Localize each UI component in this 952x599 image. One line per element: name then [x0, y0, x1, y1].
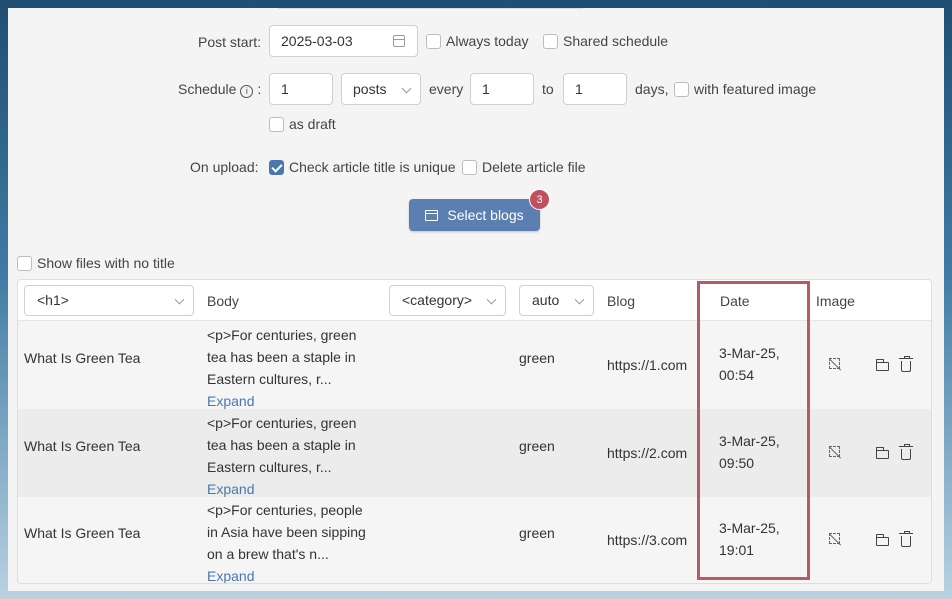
checkbox-box-checked[interactable] — [269, 159, 284, 175]
category-select[interactable]: <category> — [389, 285, 506, 316]
trash-icon[interactable] — [899, 356, 913, 372]
no-image-icon[interactable] — [829, 446, 840, 457]
main-panel: Post start: 2025-03-03 Always today Shar… — [8, 8, 944, 591]
check-title-unique-checkbox[interactable]: Check article title is unique — [269, 159, 456, 175]
every-from-input[interactable]: 1 — [470, 73, 534, 105]
info-icon[interactable]: i — [240, 85, 254, 98]
chevron-down-icon — [574, 294, 585, 305]
image-header: Image — [816, 293, 855, 309]
body-cell: <p>For centuries, green tea has been a s… — [207, 415, 357, 497]
schedule-unit-select[interactable]: posts — [341, 73, 421, 105]
on-upload-label: On upload: — [190, 159, 259, 175]
delete-article-file-checkbox[interactable]: Delete article file — [462, 159, 586, 175]
chevron-down-icon — [486, 294, 497, 305]
shared-schedule-checkbox[interactable]: Shared schedule — [543, 33, 668, 49]
no-image-icon[interactable] — [829, 358, 840, 369]
title-cell[interactable]: What Is Green Tea — [24, 350, 140, 366]
expand-link[interactable]: Expand — [207, 568, 254, 583]
body-cell: <p>For centuries, people in Asia have be… — [207, 502, 366, 584]
category-cell: green — [519, 525, 555, 541]
checkbox-box[interactable] — [674, 81, 689, 97]
every-label: every — [429, 81, 464, 97]
selected-blogs-badge: 3 — [529, 189, 550, 210]
top-divider — [278, 8, 583, 9]
every-to-input[interactable]: 1 — [563, 73, 627, 105]
calendar-icon[interactable] — [393, 35, 405, 47]
body-cell: <p>For centuries, green tea has been a s… — [207, 327, 357, 409]
show-files-no-title-checkbox[interactable]: Show files with no title — [17, 255, 175, 271]
to-label: to — [542, 81, 554, 97]
trash-icon[interactable] — [899, 444, 913, 460]
body-header: Body — [207, 293, 239, 309]
schedule-label: Schedule i: — [178, 81, 262, 98]
chevron-down-icon — [401, 83, 412, 94]
folder-open-icon[interactable] — [876, 447, 889, 459]
blog-header: Blog — [607, 293, 636, 309]
auto-select[interactable]: auto — [519, 285, 594, 316]
title-cell[interactable]: What Is Green Tea — [24, 525, 140, 541]
chevron-down-icon — [174, 294, 185, 305]
days-label: days, — [635, 81, 669, 97]
no-image-icon[interactable] — [829, 533, 840, 544]
blog-cell: https://2.com — [607, 445, 688, 461]
title-tag-select[interactable]: <h1> — [24, 285, 194, 316]
always-today-checkbox[interactable]: Always today — [426, 33, 528, 49]
checkbox-box[interactable] — [269, 116, 284, 132]
date-column-highlight — [697, 281, 810, 580]
checkbox-box[interactable] — [462, 159, 477, 175]
post-start-label: Post start: — [198, 34, 262, 50]
post-start-date-input[interactable]: 2025-03-03 — [269, 25, 418, 57]
checkbox-box[interactable] — [426, 33, 441, 49]
select-blogs-button[interactable]: Select blogs — [409, 199, 540, 231]
blog-cell: https://1.com — [607, 357, 688, 373]
trash-icon[interactable] — [899, 531, 913, 547]
as-draft-checkbox[interactable]: as draft — [269, 116, 336, 132]
category-cell: green — [519, 438, 555, 454]
expand-link[interactable]: Expand — [207, 481, 254, 497]
checkbox-box[interactable] — [543, 33, 558, 49]
window-icon — [425, 209, 439, 221]
schedule-count-input[interactable]: 1 — [269, 73, 333, 105]
category-cell: green — [519, 350, 555, 366]
expand-link[interactable]: Expand — [207, 393, 254, 409]
title-cell[interactable]: What Is Green Tea — [24, 438, 140, 454]
blog-cell: https://3.com — [607, 532, 688, 548]
checkbox-box[interactable] — [17, 255, 32, 271]
folder-open-icon[interactable] — [876, 359, 889, 371]
folder-open-icon[interactable] — [876, 534, 889, 546]
with-featured-image-checkbox[interactable]: with featured image — [674, 81, 816, 97]
